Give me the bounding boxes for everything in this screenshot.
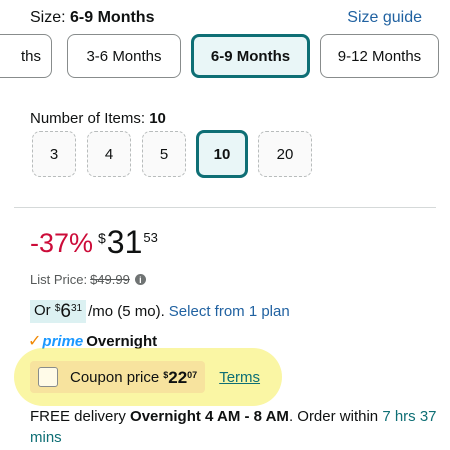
monthly-fraction: 31: [70, 302, 83, 314]
size-selected-value: 6-9 Months: [70, 9, 155, 26]
coupon-row: Coupon price $ 22 07 Terms: [30, 361, 260, 393]
quantity-label-text: Number of Items:: [30, 110, 146, 127]
size-option-3-6[interactable]: 3-6 Months: [67, 34, 181, 78]
size-option-6-9[interactable]: 6-9 Months: [191, 34, 310, 78]
delivery-when: Overnight 4 AM - 8 AM: [130, 408, 289, 425]
info-icon[interactable]: i: [134, 274, 146, 285]
monthly-price-highlight: Or $ 6 31: [30, 299, 87, 323]
list-price-label: List Price:: [30, 272, 88, 287]
monthly-whole: 6: [60, 300, 71, 322]
quantity-option-5[interactable]: 5: [142, 131, 186, 177]
quantity-option-3[interactable]: 3: [32, 131, 76, 177]
list-price: List Price: $49.99 i: [30, 272, 146, 287]
quantity-option-4[interactable]: 4: [87, 131, 131, 177]
size-label: Size: 6-9 Months: [30, 9, 154, 27]
delivery-info: FREE delivery Overnight 4 AM - 8 AM. Ord…: [30, 406, 440, 448]
delivery-free: FREE delivery: [30, 408, 126, 425]
select-plan-link[interactable]: Select from 1 plan: [169, 303, 290, 320]
list-price-value: $49.99: [90, 272, 130, 287]
monthly-suffix: /mo (5 mo).: [88, 302, 165, 320]
monthly-prefix: Or: [34, 301, 51, 319]
coupon-terms-link[interactable]: Terms: [219, 369, 260, 386]
price-fraction: 53: [143, 230, 158, 245]
size-option-9-12[interactable]: 9-12 Months: [320, 34, 439, 78]
coupon-checkbox[interactable]: [38, 367, 58, 387]
size-guide-link[interactable]: Size guide: [347, 9, 422, 27]
discount-percent: -37%: [30, 228, 94, 258]
delivery-order-within: . Order within: [288, 408, 379, 425]
current-price: $ 31 53: [98, 226, 158, 258]
divider: [14, 207, 436, 208]
coupon-fraction: 07: [187, 369, 198, 380]
price-currency: $: [98, 230, 106, 246]
coupon-box[interactable]: Coupon price $ 22 07: [30, 361, 206, 393]
quantity-selected-value: 10: [149, 110, 166, 127]
monthly-payment: Or $ 6 31 /mo (5 mo). Select from 1 plan: [30, 298, 290, 324]
coupon-label: Coupon price: [70, 368, 160, 386]
quantity-option-10[interactable]: 10: [196, 130, 248, 178]
coupon-price: $ 22 07: [163, 369, 197, 386]
size-label-text: Size:: [30, 9, 66, 26]
quantity-label: Number of Items: 10: [30, 110, 166, 127]
coupon-whole: 22: [168, 367, 188, 387]
prime-logo: prime: [42, 332, 84, 350]
price-whole: 31: [106, 224, 143, 260]
size-option-partial[interactable]: ths: [0, 34, 52, 78]
quantity-option-20[interactable]: 20: [258, 131, 312, 177]
prime-speed: Overnight: [86, 332, 158, 350]
